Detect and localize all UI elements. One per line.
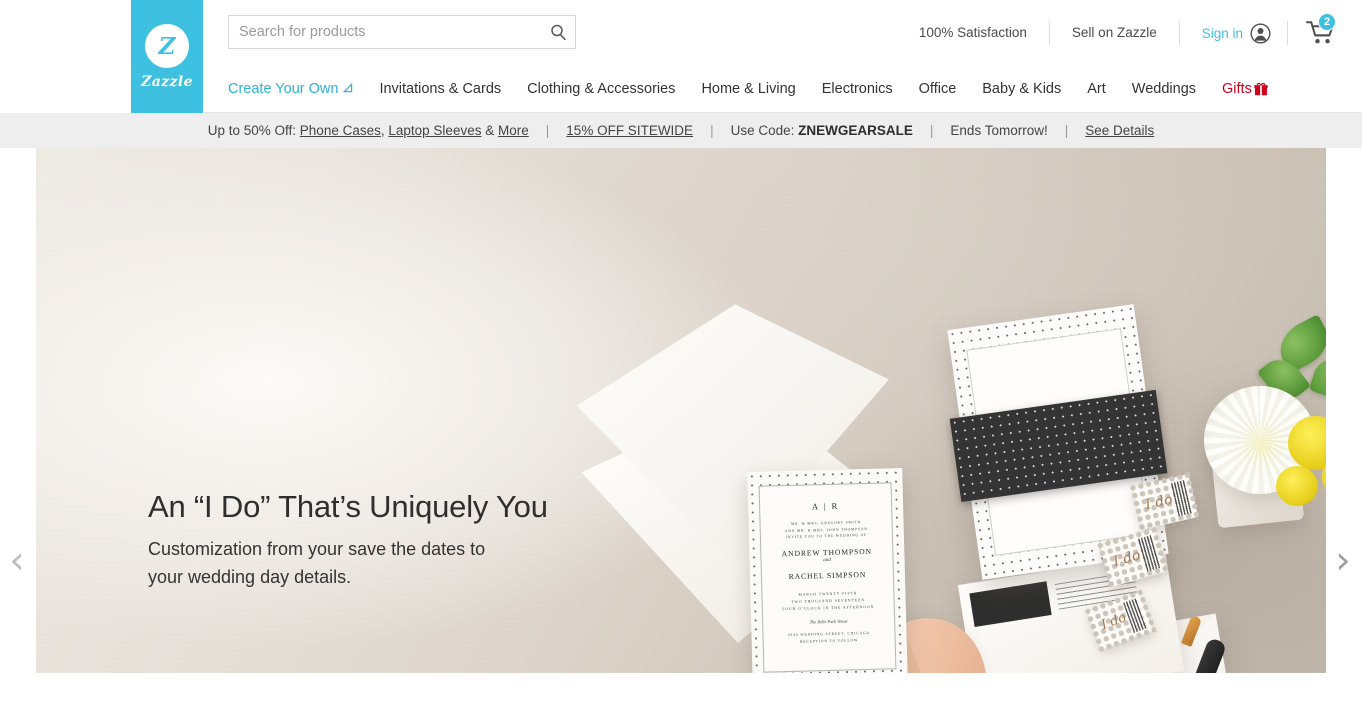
utility-satisfaction[interactable]: 100% Satisfaction: [897, 14, 1049, 52]
invitation-date: MARCH TWENTY-FIFTH TWO THOUSAND SEVENTEE…: [768, 589, 888, 613]
zazzle-wordmark: Zazzle: [141, 73, 193, 90]
invitation-address: 2940 WEDDING STREET, CHICAGO RECEPTION T…: [769, 629, 888, 646]
invitation-inner-frame: A | R MR. & MRS. GREGORY SMITH AND MR. &…: [758, 482, 897, 673]
invitation-venue: The Belle Park Venue: [809, 618, 848, 625]
utility-sell-on-zazzle[interactable]: Sell on Zazzle: [1050, 14, 1179, 52]
carousel-prev-arrow[interactable]: ‹: [2, 538, 32, 582]
nav-item-gifts[interactable]: Gifts: [1209, 81, 1281, 97]
promo-link-phone-cases[interactable]: Phone Cases: [300, 123, 381, 138]
promo-link-laptop-sleeves[interactable]: Laptop Sleeves: [388, 123, 481, 138]
promo-code-label: Use Code:: [730, 123, 795, 138]
invitation-hosts: MR. & MRS. GREGORY SMITH AND MR. & MRS. …: [767, 518, 886, 541]
cart-button[interactable]: 2: [1288, 13, 1362, 46]
wedding-invitation-card: A | R MR. & MRS. GREGORY SMITH AND MR. &…: [747, 468, 908, 673]
search-bar[interactable]: [228, 15, 576, 49]
cart-count-badge: 2: [1318, 13, 1336, 31]
nav-item-weddings[interactable]: Weddings: [1119, 81, 1209, 97]
search-button[interactable]: [541, 16, 575, 48]
invitation-monogram: A | R: [811, 500, 840, 512]
promo-code-section: Use Code: ZNEWGEARSALE: [731, 123, 913, 138]
hero-slide[interactable]: T A | R MR. & MRS. GREGORY SMITH AND MR.…: [36, 148, 1326, 673]
gift-icon: [1254, 82, 1268, 96]
carousel-next-arrow[interactable]: ›: [1328, 538, 1358, 582]
hero-subtitle-line-1: Customization from your save the dates t…: [148, 538, 486, 559]
hero-subtitle: Customization from your save the dates t…: [148, 536, 618, 592]
promo-link-more[interactable]: More: [498, 123, 529, 138]
pencil-icon: [343, 82, 353, 92]
promo-divider: |: [710, 123, 714, 138]
promo-link-sitewide[interactable]: 15% OFF SITEWIDE: [566, 123, 693, 138]
nav-label: Create Your Own: [228, 81, 339, 97]
yellow-flower-cluster: [1276, 466, 1318, 506]
nav-item-clothing-accessories[interactable]: Clothing & Accessories: [514, 81, 688, 97]
nav-item-art[interactable]: Art: [1074, 81, 1119, 97]
promo-offer: Up to 50% Off: Phone Cases , Laptop Slee…: [208, 123, 529, 138]
hero-headline: An “I Do” That’s Uniquely You: [148, 489, 548, 524]
postage-stamp: I do: [1131, 474, 1199, 530]
promo-amp: &: [485, 123, 495, 138]
user-avatar-icon: [1250, 22, 1271, 44]
nav-item-baby-kids[interactable]: Baby & Kids: [969, 81, 1074, 97]
z-letter-icon: Z: [158, 33, 177, 60]
hero-subtitle-line-2: your wedding day details.: [148, 566, 352, 587]
zazzle-logo-mark: Z: [145, 23, 189, 68]
utility-nav: 100% Satisfaction Sell on Zazzle Sign in…: [897, 13, 1362, 52]
invitation-name-2: RACHEL SIMPSON: [788, 570, 867, 582]
sign-in-label: Sign in: [1201, 25, 1243, 41]
zazzle-logo[interactable]: Z Zazzle: [131, 0, 203, 113]
promo-ends: Ends Tomorrow!: [950, 123, 1048, 138]
promo-prefix: Up to 50% Off:: [207, 123, 297, 138]
promo-code-value: ZNEWGEARSALE: [798, 123, 913, 138]
nav-item-invitations-cards[interactable]: Invitations & Cards: [366, 81, 514, 97]
hero-copy: An “I Do” That’s Uniquely You Customizat…: [148, 488, 618, 592]
sign-in-button[interactable]: Sign in: [1180, 22, 1287, 44]
card-dark-block: [969, 581, 1052, 628]
nav-item-create-your-own[interactable]: Create Your Own: [203, 81, 366, 97]
promo-divider: |: [929, 123, 934, 138]
site-header: Z Zazzle 100% Satisfaction Sell on Zazzl…: [0, 0, 1362, 113]
promo-link-see-details[interactable]: See Details: [1085, 123, 1154, 138]
nav-item-office[interactable]: Office: [906, 81, 970, 97]
hero-carousel: ‹ › T A | R MR. & MRS. GREGORY S: [0, 148, 1362, 719]
promo-comma: ,: [380, 123, 385, 138]
svg-text:Z: Z: [158, 33, 177, 60]
promo-banner: Up to 50% Off: Phone Cases , Laptop Slee…: [0, 113, 1362, 148]
nav-item-home-living[interactable]: Home & Living: [688, 81, 808, 97]
nav-item-electronics[interactable]: Electronics: [809, 81, 906, 97]
nav-label: Gifts: [1222, 81, 1252, 97]
main-navigation: Create Your Own Invitations & Cards Clot…: [203, 66, 1362, 113]
promo-divider: |: [1064, 123, 1069, 138]
search-input[interactable]: [229, 16, 541, 48]
search-icon: [550, 24, 566, 40]
promo-divider: |: [545, 123, 550, 138]
